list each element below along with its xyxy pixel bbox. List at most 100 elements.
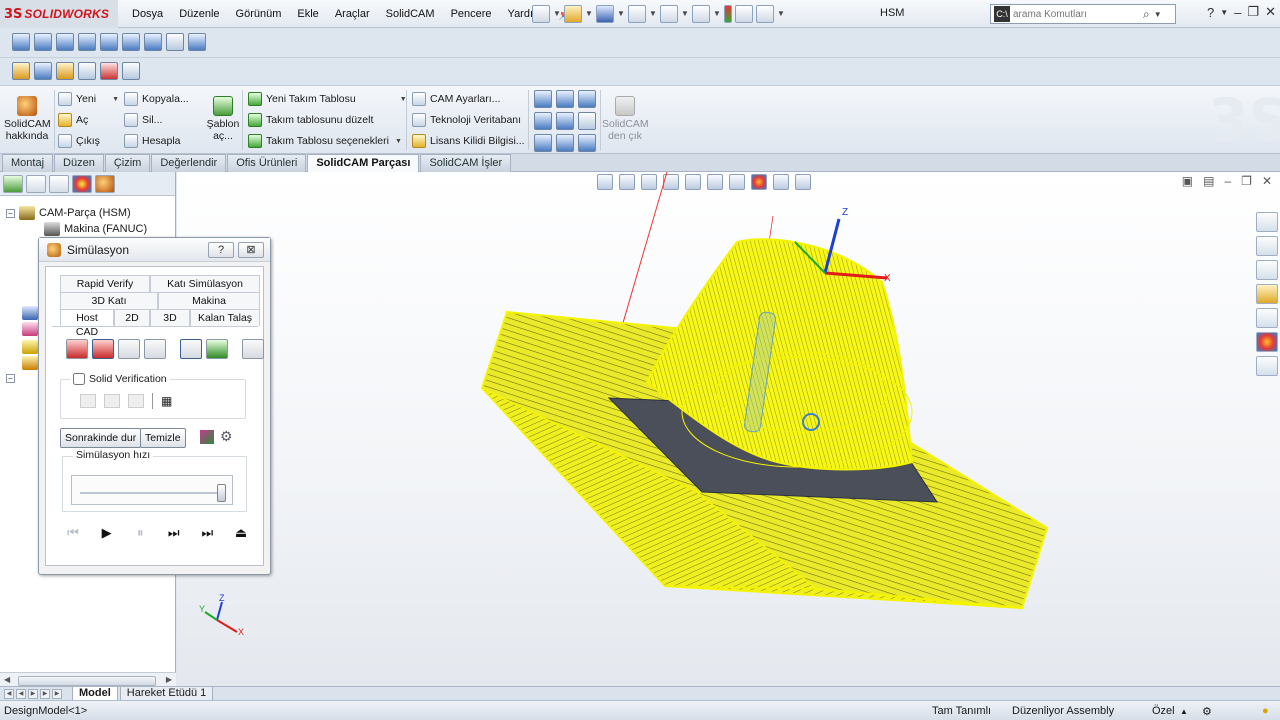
- link-icon[interactable]: ⚙: [220, 428, 233, 445]
- grid-icon[interactable]: ▦: [161, 394, 175, 408]
- menu-solidcam[interactable]: SolidCAM: [378, 8, 443, 20]
- view-icon[interactable]: [556, 90, 574, 108]
- tab-solidcam-isler[interactable]: SolidCAM İşler: [420, 154, 512, 172]
- eject-icon[interactable]: ⏏: [230, 525, 252, 541]
- edit-tool-table-button[interactable]: Takım tablosunu düzelt: [248, 113, 373, 127]
- tree-item[interactable]: [22, 306, 38, 320]
- home-icon[interactable]: [1256, 236, 1278, 256]
- resources-icon[interactable]: [1256, 212, 1278, 232]
- slider-knob[interactable]: [217, 484, 226, 502]
- print-icon[interactable]: [628, 5, 646, 23]
- tab-remaining-material[interactable]: Kalan Talaş: [190, 309, 260, 326]
- 2d-display-icon[interactable]: [118, 339, 140, 359]
- color-icon[interactable]: [200, 430, 214, 444]
- save-icon[interactable]: [596, 5, 614, 23]
- search-input[interactable]: [1013, 8, 1143, 20]
- graphics-viewport[interactable]: ▣ ▤ – ❐ ✕ X Z X Z Y: [177, 172, 1280, 688]
- table-icon[interactable]: [242, 339, 264, 359]
- scroll-left-icon[interactable]: ◀: [4, 675, 10, 684]
- view-icon[interactable]: [534, 112, 552, 130]
- tools-icon[interactable]: ●: [1262, 705, 1269, 717]
- tool-icon[interactable]: [12, 62, 30, 80]
- close-icon[interactable]: ✕: [1265, 4, 1276, 20]
- chevron-down-icon[interactable]: ▼: [585, 5, 593, 23]
- assembly-tool-icon[interactable]: [78, 33, 96, 51]
- tree-item[interactable]: [22, 340, 38, 354]
- tool-icon[interactable]: [56, 62, 74, 80]
- solid-verification-checkbox[interactable]: Solid Verification: [70, 373, 170, 385]
- tab-3d-solid-simulation[interactable]: 3D Katı Simülasyon: [60, 292, 158, 321]
- view-icon[interactable]: [556, 134, 574, 152]
- new-document-icon[interactable]: [532, 5, 550, 23]
- appearance-tab-icon[interactable]: [72, 175, 92, 193]
- templates-button[interactable]: Şablon aç...: [204, 96, 242, 142]
- tool-table-options-button[interactable]: Takım Tablosu seçenekleri ▼: [248, 134, 402, 148]
- solidcam-about-button[interactable]: SolidCAM hakkında: [4, 96, 51, 142]
- open-folder-icon[interactable]: [564, 5, 582, 23]
- tree-item-machine[interactable]: Makina (FANUC): [44, 222, 147, 236]
- scroll-right-icon[interactable]: ▶: [166, 675, 172, 684]
- tab-machine-simulation[interactable]: Makina Simülasyonu: [158, 292, 260, 321]
- minimize-icon[interactable]: –: [1234, 5, 1241, 20]
- dialog-title-bar[interactable]: Simülasyon ? ⊠: [39, 238, 270, 262]
- collapse-icon[interactable]: −: [6, 374, 15, 383]
- appearances-icon[interactable]: [1256, 332, 1278, 352]
- view-palette-icon[interactable]: [1256, 308, 1278, 328]
- menu-dosya[interactable]: Dosya: [124, 8, 171, 20]
- chevron-down-icon[interactable]: ▼: [1154, 10, 1162, 19]
- undo-icon[interactable]: [660, 5, 678, 23]
- tab-model[interactable]: Model: [72, 686, 118, 701]
- clear-button[interactable]: Temizle: [140, 428, 186, 448]
- tech-db-button[interactable]: Teknoloji Veritabanı: [412, 113, 521, 127]
- options-icon[interactable]: [756, 5, 774, 23]
- help-button[interactable]: ?: [208, 241, 234, 258]
- tab-solidcam-parcasi[interactable]: SolidCAM Parçası: [307, 154, 420, 172]
- chevron-down-icon[interactable]: ▼: [777, 5, 785, 23]
- new-tool-table-button[interactable]: Yeni Takım Tablosu ▼: [248, 92, 407, 106]
- chevron-down-icon[interactable]: ▼: [395, 138, 402, 145]
- solidworks-logo[interactable]: 3S SOLIDWORKS: [0, 0, 118, 28]
- feature-tree-tab-icon[interactable]: [3, 175, 23, 193]
- search-icon[interactable]: ⌕: [1143, 7, 1150, 22]
- view-icon[interactable]: [556, 112, 574, 130]
- traffic-light-icon[interactable]: [724, 5, 732, 23]
- tab-duzen[interactable]: Düzen: [54, 154, 104, 172]
- chevron-down-icon[interactable]: ▼: [553, 5, 561, 23]
- config-tab-icon[interactable]: [49, 175, 69, 193]
- open-button[interactable]: Aç: [58, 113, 88, 127]
- tab-montaj[interactable]: Montaj: [2, 154, 54, 172]
- tab-scroll-icon[interactable]: ▶: [52, 688, 62, 699]
- stop-next-button[interactable]: Sonrakinde dur: [60, 428, 142, 448]
- delete-button[interactable]: Sil...: [124, 113, 162, 127]
- prev-tab-icon[interactable]: ◀: [16, 688, 26, 699]
- collapse-icon[interactable]: −: [6, 208, 15, 218]
- tab-ofis-urunleri[interactable]: Ofis Ürünleri: [227, 154, 307, 172]
- tree-item[interactable]: [22, 322, 38, 336]
- assembly-tool-icon[interactable]: [122, 33, 140, 51]
- chevron-up-icon[interactable]: ▲: [1180, 707, 1188, 716]
- play-icon[interactable]: ▶: [96, 525, 118, 541]
- shaded-display-icon[interactable]: [92, 339, 114, 359]
- chevron-down-icon[interactable]: ▼: [713, 5, 721, 23]
- help-icon[interactable]: ?: [1207, 5, 1214, 20]
- assembly-tool-icon[interactable]: [144, 33, 162, 51]
- solid-verification-input[interactable]: [73, 373, 85, 385]
- license-info-button[interactable]: Lisans Kilidi Bilgisi...: [412, 134, 525, 148]
- tool-icon[interactable]: [100, 62, 118, 80]
- assembly-tool-icon[interactable]: [12, 33, 30, 51]
- step-forward-icon[interactable]: ⏭: [163, 525, 185, 541]
- view-icon[interactable]: [578, 90, 596, 108]
- tab-rapid-verify[interactable]: Rapid Verify: [60, 275, 150, 292]
- menu-pencere[interactable]: Pencere: [443, 8, 500, 20]
- assembly-tool-icon[interactable]: [100, 33, 118, 51]
- tab-solid-simulation[interactable]: Katı Simülasyon: [150, 275, 260, 292]
- menu-araclar[interactable]: Araçlar: [327, 8, 378, 20]
- assembly-tool-icon[interactable]: [166, 33, 184, 51]
- property-tab-icon[interactable]: [26, 175, 46, 193]
- tree-item[interactable]: [22, 356, 38, 370]
- tool-icon[interactable]: [122, 62, 140, 80]
- select-arrow-icon[interactable]: [692, 5, 710, 23]
- assembly-tool-icon[interactable]: [56, 33, 74, 51]
- file-explorer-icon[interactable]: [1256, 284, 1278, 304]
- tab-cizim[interactable]: Çizim: [104, 154, 151, 172]
